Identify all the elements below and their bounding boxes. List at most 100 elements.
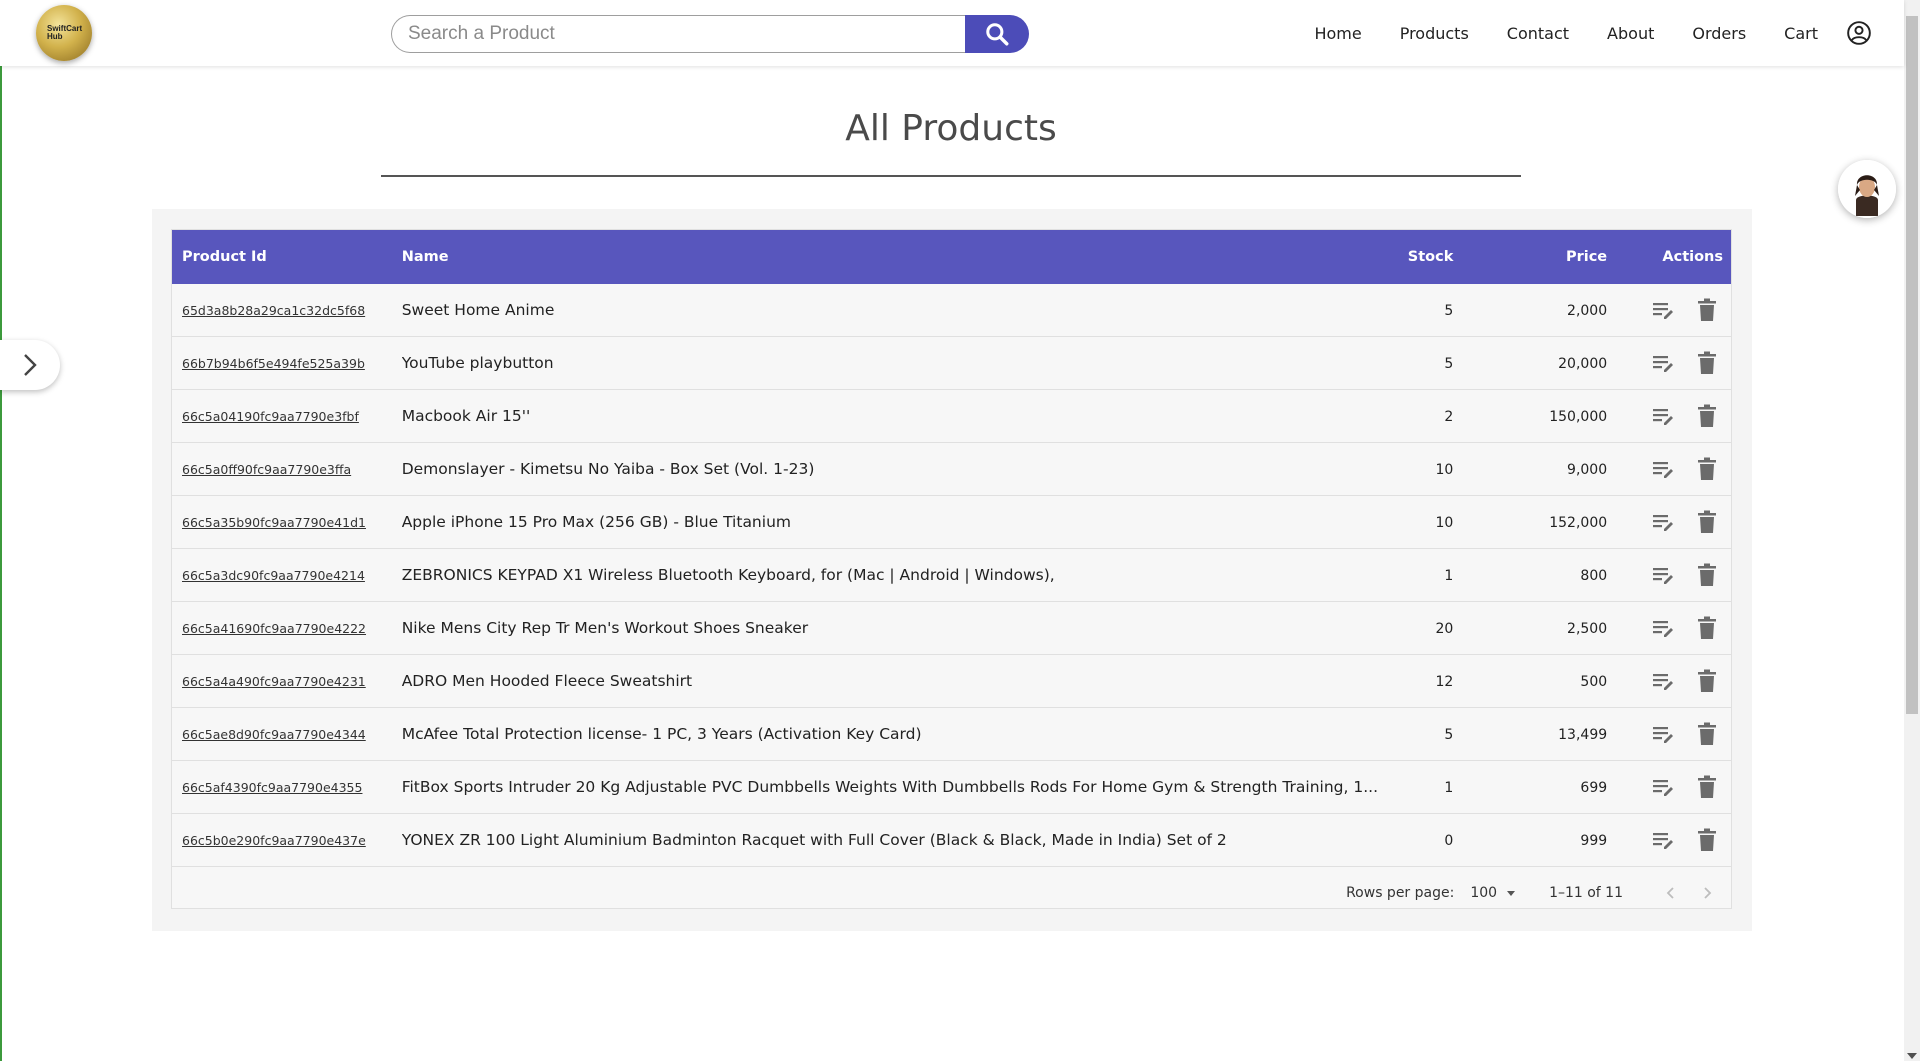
trash-icon[interactable] [1693,349,1721,377]
product-id-cell: 66c5b0e290fc9aa7790e437e [172,831,402,849]
page-scrollbar[interactable] [1904,0,1920,1061]
table-row[interactable]: 66c5a04190fc9aa7790e3fbf Macbook Air 15''… [172,390,1731,443]
scroll-down-arrow-icon[interactable] [1907,1053,1917,1059]
nav-orders[interactable]: Orders [1692,24,1746,43]
table-row[interactable]: 66c5a35b90fc9aa7790e41d1 Apple iPhone 15 … [172,496,1731,549]
rows-per-page-label: Rows per page: [1346,885,1455,901]
table-row[interactable]: 66c5ae8d90fc9aa7790e4344 McAfee Total Pro… [172,708,1731,761]
trash-icon[interactable] [1693,826,1721,854]
product-id-link[interactable]: 66c5a0ff90fc9aa7790e3ffa [182,462,351,477]
product-price: 150,000 [1549,409,1608,425]
table-row[interactable]: 66c5a3dc90fc9aa7790e4214 ZEBRONICS KEYPAD… [172,549,1731,602]
product-stock: 2 [1444,409,1454,425]
product-name: Apple iPhone 15 Pro Max (256 GB) - Blue … [401,513,791,531]
edit-note-icon[interactable] [1649,296,1677,324]
product-id-cell: 66c5a3dc90fc9aa7790e4214 [172,566,402,584]
product-stock-cell: 2 [1380,407,1465,425]
product-id-link[interactable]: 66c5a3dc90fc9aa7790e4214 [182,568,365,583]
table-row[interactable]: 66c5b0e290fc9aa7790e437e YONEX ZR 100 Lig… [172,814,1731,867]
nav-home[interactable]: Home [1314,24,1361,43]
product-id-link[interactable]: 65d3a8b28a29ca1c32dc5f68 [182,303,365,318]
product-stock-cell: 1 [1380,566,1465,584]
account-circle-icon[interactable] [1846,20,1872,46]
logo[interactable]: SwiftCart Hub [36,5,92,61]
product-price-cell: 20,000 [1465,354,1615,372]
trash-icon[interactable] [1693,455,1721,483]
previous-page-button[interactable] [1653,875,1689,911]
table-row[interactable]: 65d3a8b28a29ca1c32dc5f68 Sweet Home Anime… [172,284,1731,337]
nav-contact[interactable]: Contact [1507,24,1569,43]
product-price: 9,000 [1567,462,1608,478]
scrollbar-thumb[interactable] [1906,16,1918,714]
product-id-link[interactable]: 66c5ae8d90fc9aa7790e4344 [182,727,366,742]
product-name-cell: McAfee Total Protection license- 1 PC, 3… [402,725,1381,743]
nav-about[interactable]: About [1607,24,1654,43]
product-name-cell: Demonslayer - Kimetsu No Yaiba - Box Set… [402,460,1381,478]
nav-cart[interactable]: Cart [1784,24,1818,43]
product-stock: 5 [1444,727,1454,743]
product-id-link[interactable]: 66b7b94b6f5e494fe525a39b [182,356,365,371]
trash-icon[interactable] [1693,773,1721,801]
search-button[interactable] [965,15,1029,53]
trash-icon[interactable] [1693,667,1721,695]
pagination-range: 1–11 of 11 [1549,885,1623,901]
edit-note-icon[interactable] [1649,561,1677,589]
column-header-price[interactable]: Price [1465,249,1615,265]
chat-assistant-avatar[interactable] [1838,160,1896,218]
edit-note-icon[interactable] [1649,667,1677,695]
product-name-cell: Apple iPhone 15 Pro Max (256 GB) - Blue … [402,513,1381,531]
product-price-cell: 2,000 [1465,301,1615,319]
table-body: 65d3a8b28a29ca1c32dc5f68 Sweet Home Anime… [172,284,1731,867]
edit-note-icon[interactable] [1649,773,1677,801]
edit-note-icon[interactable] [1649,349,1677,377]
edit-note-icon[interactable] [1649,508,1677,536]
product-id-cell: 66c5ae8d90fc9aa7790e4344 [172,725,402,743]
product-name-cell: ADRO Men Hooded Fleece Sweatshirt [402,672,1381,690]
product-name-cell: YONEX ZR 100 Light Aluminium Badminton R… [402,831,1381,849]
product-stock: 1 [1444,568,1454,584]
product-stock: 12 [1435,674,1454,690]
trash-icon[interactable] [1693,614,1721,642]
product-name: FitBox Sports Intruder 20 Kg Adjustable … [401,778,1379,796]
product-stock-cell: 10 [1380,513,1465,531]
product-id-link[interactable]: 66c5a35b90fc9aa7790e41d1 [182,515,366,530]
product-name: ZEBRONICS KEYPAD X1 Wireless Bluetooth K… [401,566,1055,584]
product-price: 999 [1580,833,1608,849]
table-row[interactable]: 66c5a0ff90fc9aa7790e3ffa Demonslayer - Ki… [172,443,1731,496]
trash-icon[interactable] [1693,296,1721,324]
product-id-link[interactable]: 66c5a04190fc9aa7790e3fbf [182,409,359,424]
search-input[interactable] [391,15,965,53]
product-price-cell: 2,500 [1465,619,1615,637]
trash-icon[interactable] [1693,720,1721,748]
product-id-link[interactable]: 66c5af4390fc9aa7790e4355 [182,780,362,795]
product-name: Macbook Air 15'' [401,407,531,425]
nav-products[interactable]: Products [1400,24,1469,43]
table-row[interactable]: 66c5a41690fc9aa7790e4222 Nike Mens City R… [172,602,1731,655]
table-row[interactable]: 66c5a4a490fc9aa7790e4231 ADRO Men Hooded … [172,655,1731,708]
chevron-right-icon [24,354,37,376]
sidebar-toggle-button[interactable] [0,340,60,390]
edit-note-icon[interactable] [1649,455,1677,483]
trash-icon[interactable] [1693,508,1721,536]
trash-icon[interactable] [1693,561,1721,589]
product-id-link[interactable]: 66c5a41690fc9aa7790e4222 [182,621,366,636]
edit-note-icon[interactable] [1649,402,1677,430]
next-page-button[interactable] [1689,875,1725,911]
product-name-cell: Macbook Air 15'' [402,407,1381,425]
product-stock: 5 [1444,303,1454,319]
product-name: YONEX ZR 100 Light Aluminium Badminton R… [401,831,1227,849]
table-row[interactable]: 66b7b94b6f5e494fe525a39b YouTube playbutt… [172,337,1731,390]
product-stock-cell: 0 [1380,831,1465,849]
product-id-link[interactable]: 66c5b0e290fc9aa7790e437e [182,833,366,848]
column-header-name[interactable]: Name [402,249,1381,265]
product-stock: 10 [1435,515,1454,531]
product-id-link[interactable]: 66c5a4a490fc9aa7790e4231 [182,674,366,689]
trash-icon[interactable] [1693,402,1721,430]
rows-per-page-select[interactable]: 100 [1470,885,1517,901]
edit-note-icon[interactable] [1649,614,1677,642]
column-header-product-id[interactable]: Product Id [172,249,402,265]
edit-note-icon[interactable] [1649,826,1677,854]
edit-note-icon[interactable] [1649,720,1677,748]
table-row[interactable]: 66c5af4390fc9aa7790e4355 FitBox Sports In… [172,761,1731,814]
column-header-stock[interactable]: Stock [1380,249,1465,265]
